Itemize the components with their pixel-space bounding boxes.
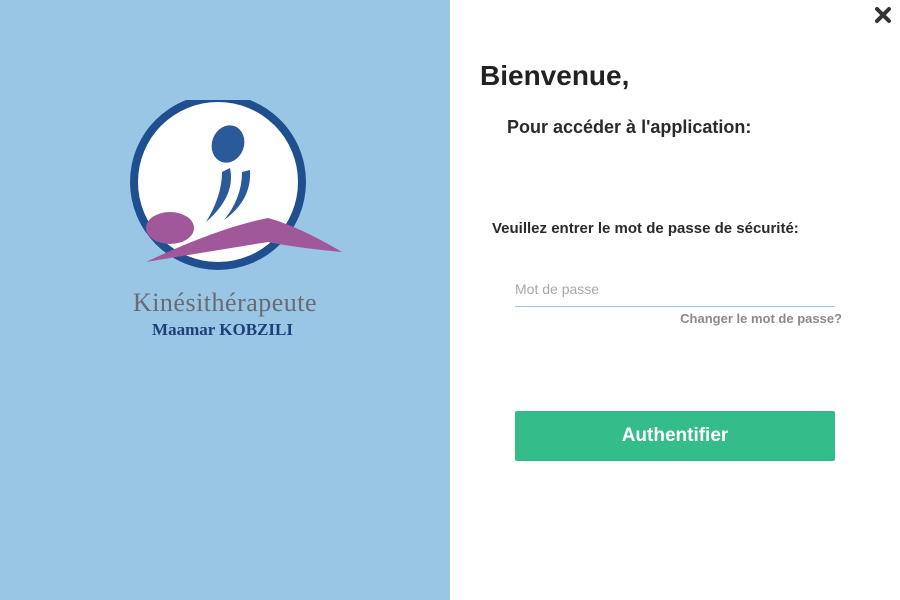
logo-patient-head	[146, 212, 194, 244]
kine-logo-icon	[130, 100, 342, 270]
authenticate-button[interactable]: Authentifier	[515, 411, 835, 461]
logo-subtitle: Maamar KOBZILI	[152, 320, 293, 339]
branding-panel: Kinésithérapeute Maamar KOBZILI	[0, 0, 450, 600]
change-password-link[interactable]: Changer le mot de passe?	[680, 311, 842, 326]
close-button[interactable]	[870, 2, 896, 28]
welcome-heading: Bienvenue,	[480, 60, 630, 91]
password-input[interactable]	[515, 272, 835, 307]
access-subheading: Pour accéder à l'application:	[507, 117, 752, 137]
logo-title: Kinésithérapeute	[132, 288, 318, 317]
password-prompt: Veuillez entrer le mot de passe de sécur…	[492, 220, 799, 237]
close-icon	[875, 7, 891, 23]
